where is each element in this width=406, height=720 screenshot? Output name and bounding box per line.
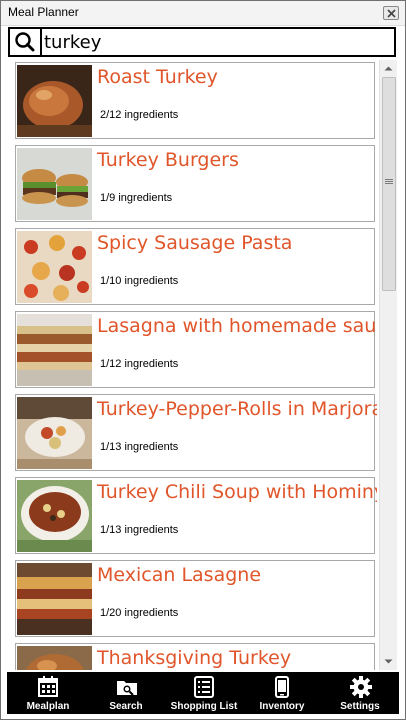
recipe-photo — [17, 480, 92, 552]
recipe-card[interactable]: Turkey Burgers 1/9 ingredients — [15, 145, 375, 222]
scrollbar[interactable] — [379, 60, 397, 670]
search-input[interactable] — [44, 30, 384, 54]
recipe-photo — [17, 231, 92, 303]
calendar-icon — [38, 676, 58, 697]
nav-shopping-list[interactable]: Shopping List — [169, 672, 239, 714]
recipe-title: Turkey Chili Soup with Hominy — [97, 481, 377, 503]
nav-label: Search — [109, 701, 143, 712]
recipe-card[interactable]: Spicy Sausage Pasta 1/10 ingredients — [15, 228, 375, 305]
search-button[interactable] — [10, 29, 42, 55]
recipe-photo — [17, 563, 92, 635]
recipe-card[interactable]: Thanksgiving Turkey — [15, 643, 375, 670]
nav-inventory[interactable]: Inventory — [247, 672, 317, 714]
nav-search[interactable]: Search — [91, 672, 161, 714]
recipe-ingredient-count: 1/9 ingredients — [100, 192, 173, 204]
recipe-ingredient-count: 1/10 ingredients — [100, 275, 179, 287]
recipe-card[interactable]: Turkey-Pepper-Rolls in Marjoram 1/13 ing… — [15, 394, 377, 471]
nav-label: Inventory — [259, 701, 305, 712]
search-folder-icon — [117, 681, 137, 696]
recipe-ingredient-count: 1/13 ingredients — [100, 524, 179, 536]
scrollbar-thumb[interactable] — [382, 77, 396, 291]
bottom-nav: Mealplan Search Shopping List Inventory … — [7, 672, 399, 714]
recipe-ingredient-count: 2/12 ingredients — [100, 109, 179, 121]
recipe-photo — [17, 646, 92, 670]
recipe-card[interactable]: Roast Turkey 2/12 ingredients — [15, 62, 375, 139]
recipe-list: Roast Turkey 2/12 ingredients Turkey Bur… — [9, 60, 377, 670]
recipe-ingredient-count: 1/13 ingredients — [100, 441, 179, 453]
title-bar: Meal Planner — [1, 1, 405, 26]
list-icon — [194, 676, 214, 698]
recipe-photo — [17, 65, 92, 137]
recipe-photo — [17, 397, 92, 469]
grip-icon — [385, 179, 393, 184]
search-icon — [15, 32, 35, 52]
recipe-card[interactable]: Mexican Lasagne 1/20 ingredients — [15, 560, 375, 637]
nav-settings[interactable]: Settings — [325, 672, 395, 714]
scroll-up-arrow-icon[interactable] — [380, 60, 397, 77]
recipe-title: Lasagna with homemade sauce — [97, 315, 377, 337]
nav-label: Mealplan — [26, 701, 70, 712]
recipe-title: Turkey Burgers — [97, 149, 239, 171]
recipe-photo — [17, 148, 92, 220]
recipe-title: Roast Turkey — [97, 66, 218, 88]
recipe-title: Mexican Lasagne — [97, 564, 262, 586]
nav-label: Shopping List — [170, 701, 238, 712]
close-icon — [387, 9, 396, 18]
search-bar — [8, 27, 396, 57]
nav-mealplan[interactable]: Mealplan — [13, 672, 83, 714]
window-title: Meal Planner — [8, 5, 79, 19]
close-button[interactable] — [383, 6, 399, 20]
app-window: Meal Planner Roast Turkey 2/1 — [0, 0, 406, 720]
nav-label: Settings — [340, 701, 380, 712]
recipe-photo — [17, 314, 92, 386]
recipe-ingredient-count: 1/20 ingredients — [100, 607, 179, 619]
recipe-title: Turkey-Pepper-Rolls in Marjoram — [97, 398, 377, 420]
recipe-card[interactable]: Turkey Chili Soup with Hominy 1/13 ingre… — [15, 477, 377, 554]
scroll-down-arrow-icon[interactable] — [380, 653, 397, 670]
recipe-title: Thanksgiving Turkey — [97, 647, 292, 669]
gear-icon — [350, 676, 372, 698]
phone-icon — [275, 676, 289, 698]
recipe-ingredient-count: 1/12 ingredients — [100, 358, 179, 370]
recipe-card[interactable]: Lasagna with homemade sauce 1/12 ingredi… — [15, 311, 377, 388]
recipe-title: Spicy Sausage Pasta — [97, 232, 293, 254]
